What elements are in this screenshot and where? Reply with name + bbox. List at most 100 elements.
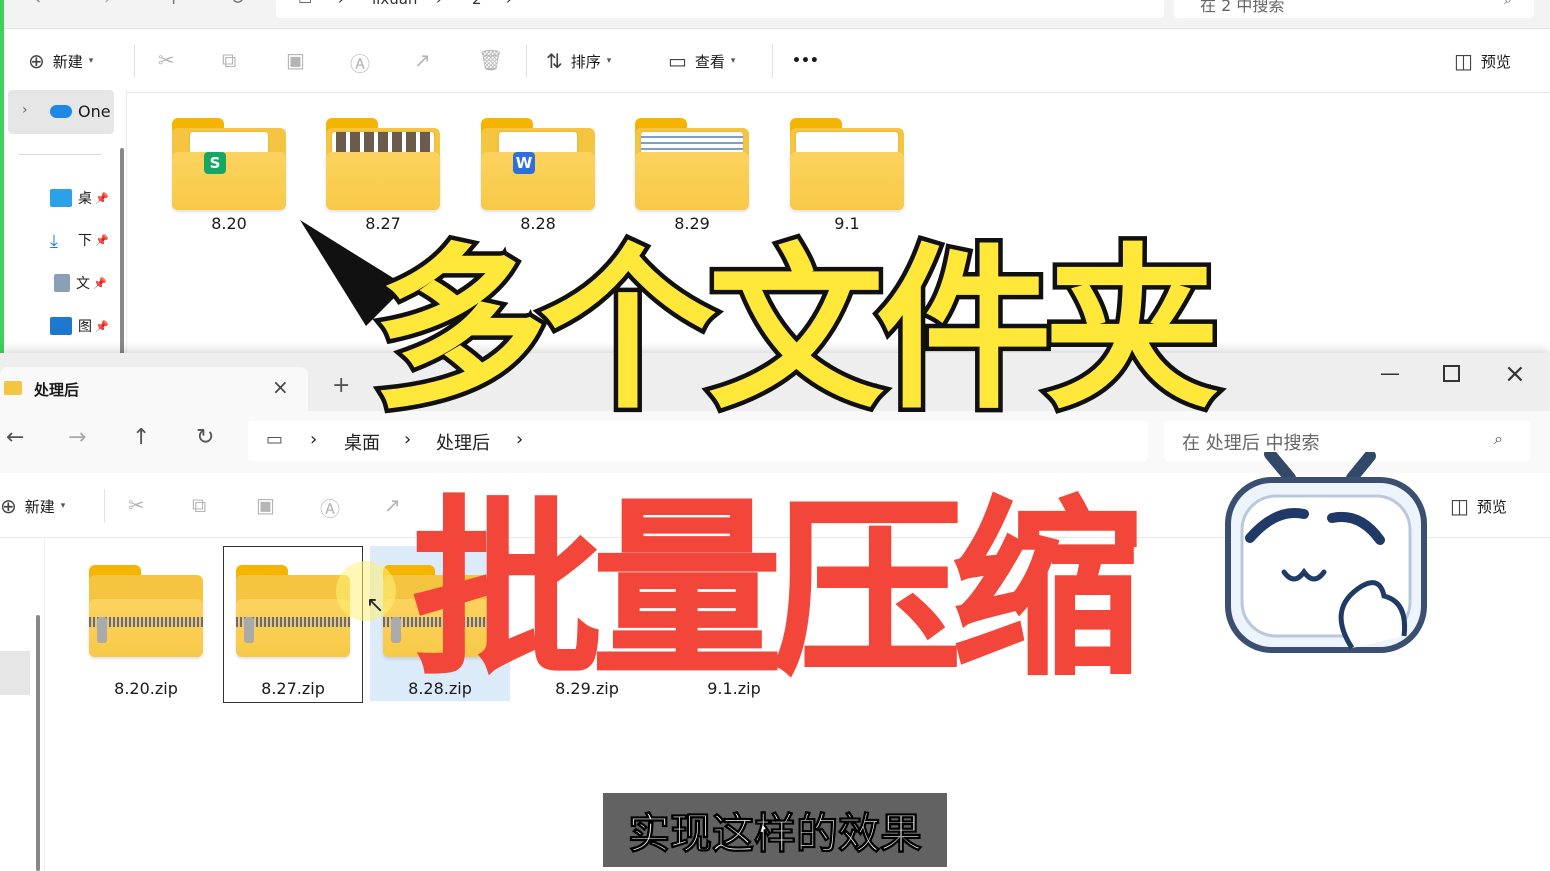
headline-top: 多个文件夹 <box>367 224 1224 438</box>
preview-pane-icon: ◫ <box>1454 49 1473 73</box>
pin-icon: 📌 <box>95 191 109 205</box>
view-icon: ▭ <box>668 49 687 73</box>
chevron-down-icon: ▾ <box>88 56 94 66</box>
nav-item-documents[interactable]: 文 📌 <box>50 273 107 293</box>
copy-icon[interactable]: ⧉ <box>192 493 206 517</box>
toolbar-divider <box>134 44 135 78</box>
pin-icon: 📌 <box>95 319 109 333</box>
command-toolbar: ⊕ 新建 ▾ ✂ ⧉ ▣ Ⓐ ↗ 🗑 ⇅ 排序 ▾ ▭ 查看 ▾ ••• ◫ 预… <box>4 30 1550 93</box>
preview-label: 预览 <box>1480 52 1511 71</box>
chevron-down-icon: ▾ <box>60 501 66 511</box>
toolbar-divider <box>104 489 105 523</box>
navigation-pane <box>0 539 45 871</box>
refresh-icon[interactable]: ↻ <box>230 0 245 9</box>
new-button[interactable]: ⊕ 新建 ▾ <box>28 30 93 92</box>
search-input[interactable]: 在 2 中搜索 ⌕ <box>1174 0 1534 18</box>
rename-icon[interactable]: Ⓐ <box>320 493 340 522</box>
desktop-icon <box>50 189 72 207</box>
delete-icon[interactable]: 🗑 <box>478 48 503 72</box>
tab-processed[interactable]: 处理后 × <box>0 367 308 411</box>
nav-selected-highlight <box>0 651 30 695</box>
nav-item-pictures[interactable]: 图 📌 <box>50 316 109 336</box>
nav-item-label: One <box>78 102 111 121</box>
nav-scrollbar[interactable] <box>120 148 124 378</box>
computer-icon: ▭ <box>298 0 312 8</box>
search-icon: ⌕ <box>1504 0 1512 8</box>
document-icon <box>54 274 70 292</box>
headline-bottom: 批量压缩 <box>411 480 1143 701</box>
maximize-icon[interactable] <box>1443 365 1460 382</box>
nav-item-desktop[interactable]: 桌 📌 <box>50 188 109 208</box>
new-button-label: 新建 <box>24 497 55 516</box>
new-tab-icon[interactable]: + <box>332 373 350 398</box>
cut-icon[interactable]: ✂ <box>158 48 175 72</box>
word-badge-icon: W <box>513 152 535 174</box>
breadcrumb[interactable]: ▭ › lixuan › 2 › <box>276 0 1164 18</box>
folder-icon: W <box>481 118 595 210</box>
up-arrow-icon[interactable]: ↑ <box>166 0 181 9</box>
breadcrumb-item[interactable]: lixuan <box>372 0 417 8</box>
cut-icon[interactable]: ✂ <box>128 493 145 517</box>
folder-icon <box>326 118 440 210</box>
tab-title: 处理后 <box>34 381 80 399</box>
mouse-cursor-icon: ↖ <box>366 593 385 618</box>
view-button-label: 查看 <box>694 52 725 71</box>
breadcrumb-separator: › <box>506 0 512 8</box>
picture-icon <box>50 317 72 335</box>
folder-icon: S <box>172 118 286 210</box>
subtitle-caption: 实现这样的效果 <box>603 793 947 867</box>
chevron-right-icon[interactable]: › <box>22 102 28 118</box>
back-arrow-icon[interactable]: ‹ <box>34 0 41 9</box>
sort-button-label: 排序 <box>570 52 601 71</box>
forward-arrow-icon[interactable]: → <box>68 425 86 450</box>
toolbar-divider <box>526 44 527 78</box>
preview-label: 预览 <box>1476 497 1507 516</box>
chevron-down-icon: ▾ <box>730 56 736 66</box>
navigation-pane: › One 桌 📌 ⤓ 下 📌 文 📌 图 📌 <box>4 90 127 380</box>
file-name: 8.27.zip <box>261 679 325 698</box>
search-icon: ⌕ <box>1494 429 1503 448</box>
nav-item-label: 下 <box>78 233 92 249</box>
preview-pane-button[interactable]: ◫ 预览 <box>1454 30 1511 92</box>
plus-circle-icon: ⊕ <box>28 49 45 73</box>
paste-icon[interactable]: ▣ <box>286 48 305 72</box>
rename-icon[interactable]: Ⓐ <box>350 48 370 77</box>
nav-item-label: 图 <box>78 319 92 335</box>
new-button[interactable]: ⊕ 新建 ▾ <box>0 475 65 537</box>
breadcrumb-item[interactable]: 2 <box>472 0 482 8</box>
more-options-button[interactable]: ••• <box>792 30 819 92</box>
minimize-icon[interactable]: — <box>1380 361 1400 385</box>
breadcrumb-separator: › <box>338 0 344 8</box>
nav-item-downloads[interactable]: ⤓ 下 📌 <box>50 230 109 252</box>
search-placeholder: 在 2 中搜索 <box>1200 0 1285 15</box>
sort-icon: ⇅ <box>546 49 563 73</box>
folder-icon <box>4 381 22 395</box>
share-icon[interactable]: ↗ <box>414 48 431 72</box>
refresh-icon[interactable]: ↻ <box>196 425 214 450</box>
forward-arrow-icon[interactable]: › <box>104 0 111 9</box>
sort-button[interactable]: ⇅ 排序 ▾ <box>546 30 611 92</box>
folder-icon <box>790 118 904 210</box>
nav-scrollbar[interactable] <box>36 615 40 871</box>
chevron-down-icon: ▾ <box>606 56 612 66</box>
nav-item-onedrive[interactable]: One <box>50 102 111 121</box>
preview-pane-button[interactable]: ◫ 预览 <box>1450 475 1507 537</box>
computer-icon: ▭ <box>266 429 284 450</box>
close-tab-icon[interactable]: × <box>272 375 289 399</box>
back-arrow-icon[interactable]: ← <box>6 425 24 450</box>
zip-folder-icon <box>89 565 203 657</box>
folder-icon <box>635 118 749 210</box>
share-icon[interactable]: ↗ <box>384 493 401 517</box>
new-button-label: 新建 <box>52 52 83 71</box>
close-window-icon[interactable]: × <box>1504 359 1526 389</box>
view-button[interactable]: ▭ 查看 ▾ <box>668 30 735 92</box>
up-arrow-icon[interactable]: ↑ <box>132 425 150 450</box>
mascot-tv-icon <box>1225 452 1427 653</box>
paste-icon[interactable]: ▣ <box>256 493 275 517</box>
address-bar-row: ‹ › ↑ ↻ ▭ › lixuan › 2 › 在 2 中搜索 ⌕ <box>4 0 1550 29</box>
toolbar-divider <box>772 44 773 78</box>
spreadsheet-badge-icon: S <box>204 152 226 174</box>
breadcrumb-separator: › <box>310 429 318 450</box>
copy-icon[interactable]: ⧉ <box>222 48 236 72</box>
folder-name: 8.20 <box>211 214 247 233</box>
